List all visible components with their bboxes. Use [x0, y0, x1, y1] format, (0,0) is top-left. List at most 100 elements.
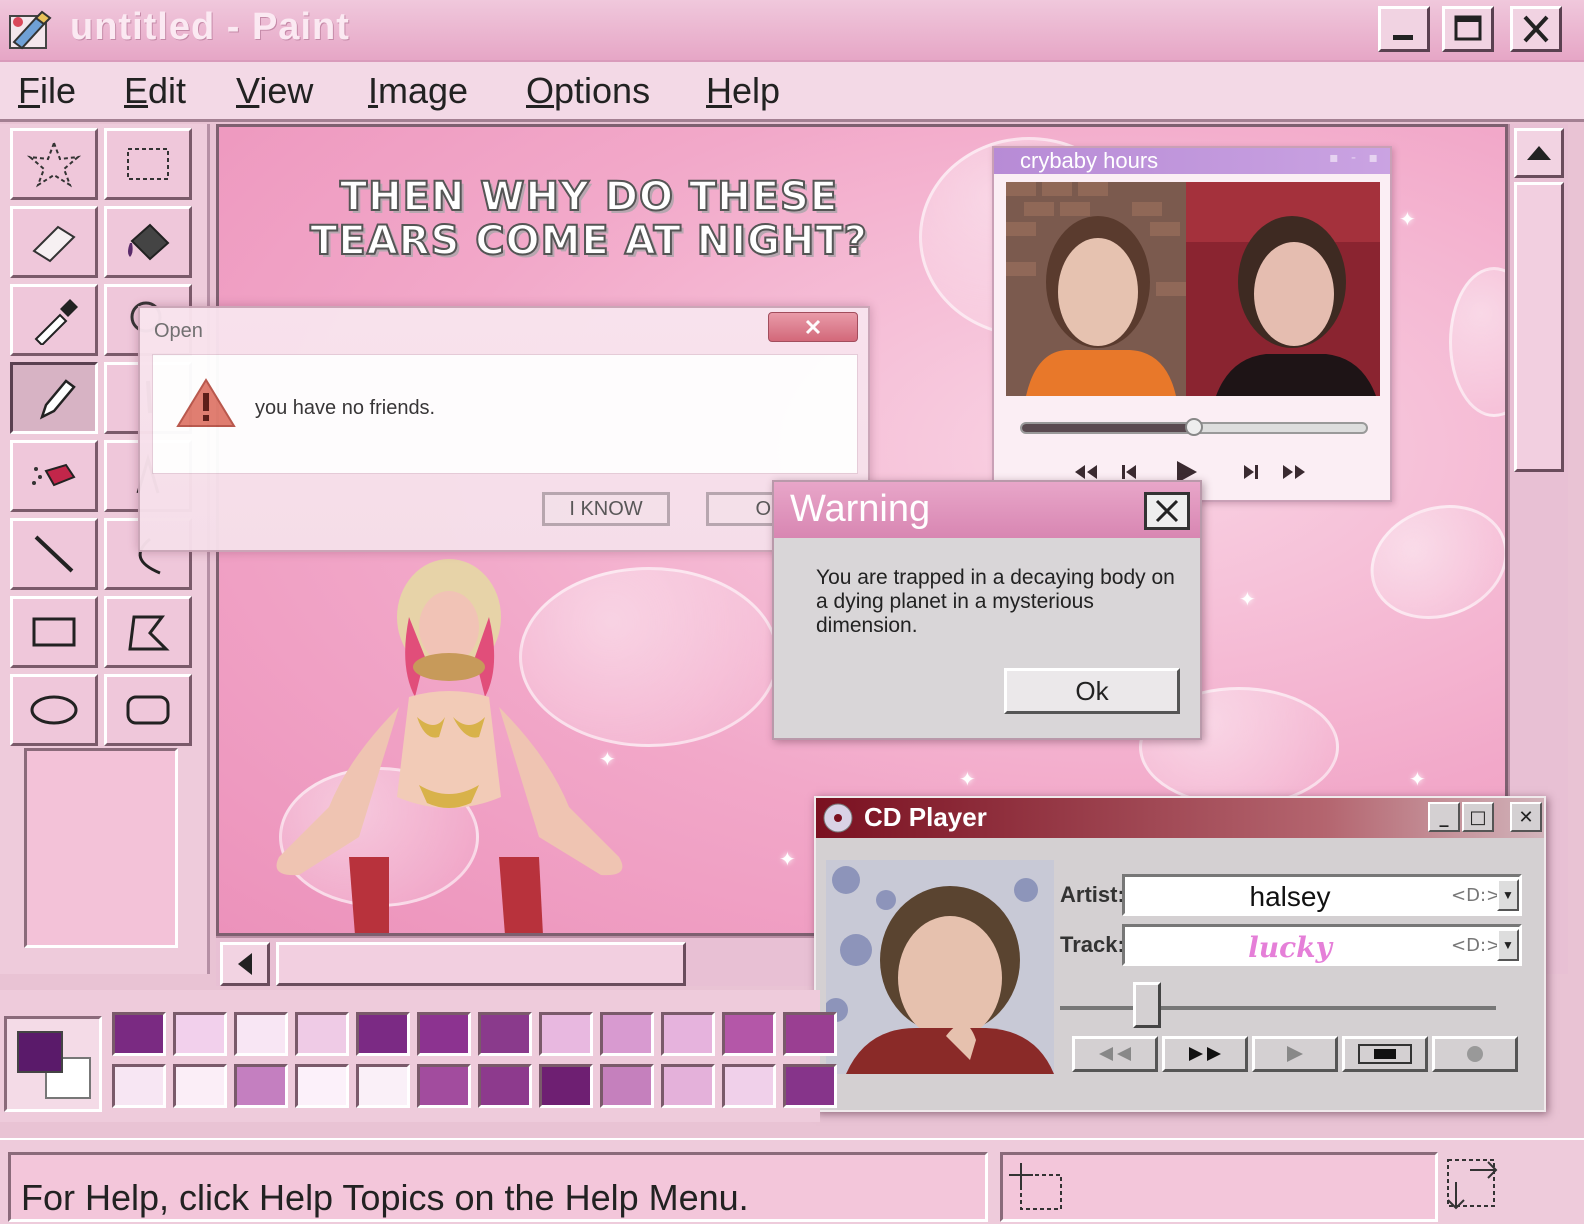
palette-swatch[interactable]: [722, 1064, 776, 1108]
warning-titlebar: Warning: [774, 482, 1200, 538]
menu-edit[interactable]: Edit: [124, 70, 186, 112]
window-controls-icon[interactable]: ▪ - ▪: [1329, 150, 1382, 166]
cd-stop-button[interactable]: [1342, 1036, 1428, 1072]
tool-line[interactable]: [10, 518, 98, 590]
tool-free-select[interactable]: [10, 128, 98, 200]
tool-rectangle[interactable]: [10, 596, 98, 668]
palette-swatch[interactable]: [356, 1064, 410, 1108]
open-dialog-close-button[interactable]: [768, 312, 858, 342]
maximize-button[interactable]: [1442, 6, 1494, 52]
tool-eraser[interactable]: [10, 206, 98, 278]
palette-swatch[interactable]: [173, 1064, 227, 1108]
warning-message: You are trapped in a decaying body on a …: [816, 566, 1175, 637]
palette-swatch[interactable]: [722, 1012, 776, 1056]
close-icon: [805, 319, 821, 335]
pencil-icon: [39, 379, 76, 420]
open-dialog-message: you have no friends.: [255, 397, 436, 419]
cd-record-button[interactable]: [1432, 1036, 1518, 1072]
palette-swatch[interactable]: [600, 1012, 654, 1056]
menu-options[interactable]: Options: [526, 70, 650, 112]
warning-close-button[interactable]: [1144, 492, 1190, 530]
crouching-figure-image: [276, 559, 623, 933]
palette-swatch[interactable]: [112, 1064, 166, 1108]
eraser-icon: [32, 225, 76, 263]
palette-swatch[interactable]: [173, 1012, 227, 1056]
warning-ok-button[interactable]: Ok: [1004, 668, 1180, 714]
palette-swatch[interactable]: [600, 1064, 654, 1108]
horizontal-scrollbar[interactable]: [216, 936, 816, 986]
cd-volume-track[interactable]: [1060, 1006, 1496, 1010]
menu-view[interactable]: View: [236, 70, 313, 112]
cd-maximize-button[interactable]: □: [1462, 802, 1494, 832]
artist-dropdown-button[interactable]: ▼: [1497, 879, 1519, 911]
palette-swatch[interactable]: [478, 1064, 532, 1108]
rectangle-icon: [32, 617, 76, 647]
menu-help[interactable]: Help: [706, 70, 780, 112]
palette-swatch[interactable]: [783, 1012, 837, 1056]
palette-swatch[interactable]: [539, 1012, 593, 1056]
close-button[interactable]: [1510, 6, 1562, 52]
tool-color-picker[interactable]: [10, 284, 98, 356]
palette-swatch[interactable]: [356, 1012, 410, 1056]
palette-swatch[interactable]: [234, 1064, 288, 1108]
tool-options-panel[interactable]: [24, 748, 178, 948]
cd-play-button[interactable]: [1252, 1036, 1338, 1072]
next-button[interactable]: [1234, 456, 1266, 488]
current-colors-indicator[interactable]: [4, 1016, 102, 1112]
cd-rewind-button[interactable]: [1072, 1036, 1158, 1072]
minimize-button[interactable]: [1378, 6, 1430, 52]
i-know-button[interactable]: I KNOW: [542, 492, 670, 526]
artist-value: halsey: [1249, 881, 1331, 912]
palette-swatch[interactable]: [295, 1064, 349, 1108]
cd-close-button[interactable]: ✕: [1510, 802, 1542, 832]
cd-fast-forward-button[interactable]: [1162, 1036, 1248, 1072]
scroll-up-button[interactable]: [1514, 128, 1564, 178]
canvas-headline: THEN WHY DO THESE TEARS COME AT NIGHT?: [249, 174, 929, 264]
artist-label: Artist:: [1060, 882, 1125, 907]
tool-pencil[interactable]: [10, 362, 98, 434]
tool-polygon[interactable]: [104, 596, 192, 668]
next-track-icon: [1244, 465, 1258, 479]
horizontal-scroll-thumb[interactable]: [276, 942, 686, 986]
artist-field[interactable]: halsey <D:> ▼: [1122, 874, 1522, 916]
music-seek-bar[interactable]: [1020, 418, 1368, 436]
palette-swatch[interactable]: [295, 1012, 349, 1056]
palette-swatch[interactable]: [478, 1012, 532, 1056]
music-seek-fill: [1022, 424, 1194, 432]
menu-image[interactable]: Image: [368, 70, 468, 112]
cd-minimize-button[interactable]: _: [1428, 802, 1460, 832]
menu-file[interactable]: File: [18, 70, 76, 112]
palette-swatch[interactable]: [417, 1064, 471, 1108]
record-icon: [1467, 1046, 1483, 1062]
tool-fill[interactable]: [104, 206, 192, 278]
track-dropdown-button[interactable]: ▼: [1497, 929, 1519, 961]
palette-swatch[interactable]: [234, 1012, 288, 1056]
foreground-color-swatch[interactable]: [17, 1031, 63, 1073]
palette-swatch[interactable]: [417, 1012, 471, 1056]
cd-album-photo: [826, 860, 1054, 1074]
bubble-decoration: [1449, 267, 1505, 417]
tool-rect-select[interactable]: [104, 128, 192, 200]
cursor-position-icon: [1009, 1163, 1062, 1210]
sparkle-decoration: ✦: [779, 849, 796, 871]
palette-swatch[interactable]: [783, 1064, 837, 1108]
cd-volume-knob[interactable]: [1133, 982, 1162, 1028]
scroll-left-button[interactable]: [220, 942, 270, 986]
rewind-icon: [1075, 465, 1097, 479]
menu-bar: File Edit View Image Options Help: [0, 62, 1584, 122]
palette-swatch[interactable]: [112, 1012, 166, 1056]
tool-ellipse[interactable]: [10, 674, 98, 746]
fast-forward-button[interactable]: [1278, 456, 1310, 488]
palette-swatch[interactable]: [539, 1064, 593, 1108]
tool-rounded-rectangle[interactable]: [104, 674, 192, 746]
palette-swatch[interactable]: [661, 1064, 715, 1108]
vertical-scroll-thumb[interactable]: [1514, 182, 1564, 472]
status-text-panel: For Help, click Help Topics on the Help …: [8, 1152, 988, 1222]
selection-size-icon: [1447, 1159, 1498, 1210]
track-field[interactable]: lucky <D:> ▼: [1122, 924, 1522, 966]
music-seek-knob[interactable]: [1185, 418, 1203, 436]
palette-swatch[interactable]: [661, 1012, 715, 1056]
open-dialog-title: Open: [154, 320, 203, 342]
tool-airbrush[interactable]: [10, 440, 98, 512]
ellipse-icon: [30, 695, 78, 725]
